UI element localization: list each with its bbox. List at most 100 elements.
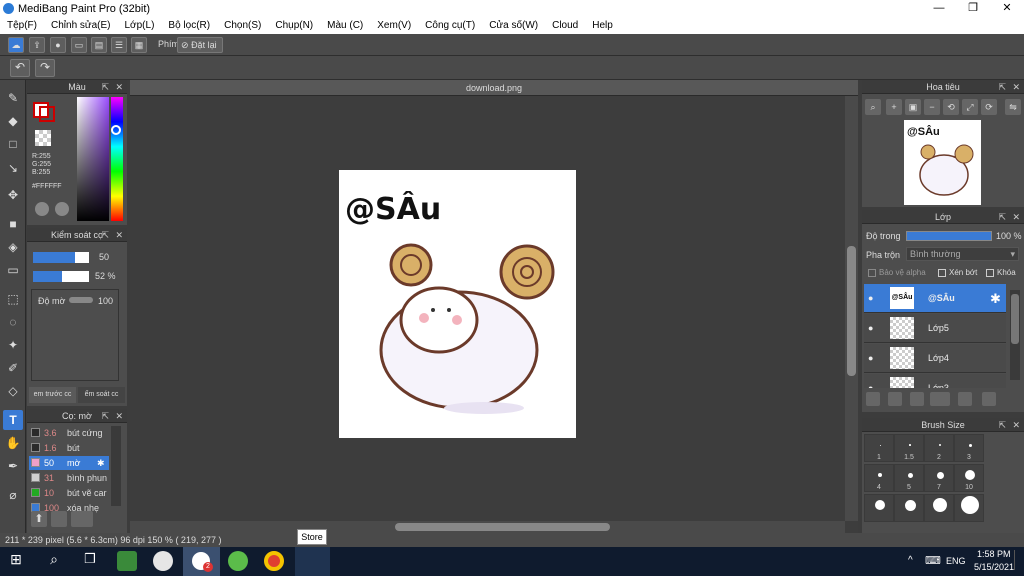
- close-icon[interactable]: ✕: [115, 80, 123, 94]
- show-desktop-button[interactable]: [1014, 550, 1022, 570]
- horizontal-scrollbar[interactable]: [130, 521, 845, 533]
- menu-file[interactable]: Tệp(F): [0, 20, 44, 31]
- hue-handle[interactable]: [111, 125, 121, 135]
- popout-icon[interactable]: ⇱: [101, 228, 109, 242]
- marquee-tool-icon[interactable]: ⬚: [3, 289, 23, 309]
- blend-mode-select[interactable]: Bình thường ▾: [906, 247, 1019, 261]
- duplicate-layer-icon[interactable]: [982, 392, 996, 406]
- close-icon[interactable]: ✕: [1012, 80, 1020, 94]
- palette-settings-icon[interactable]: [55, 202, 69, 216]
- chrome-alt-icon[interactable]: [153, 551, 173, 571]
- folder-icon[interactable]: [958, 392, 972, 406]
- medibang-task-button[interactable]: 2: [183, 547, 220, 576]
- brush-size-cell[interactable]: [954, 494, 984, 522]
- zoom-in-icon[interactable]: +: [886, 99, 902, 115]
- menu-filter[interactable]: Bộ lọc(R): [161, 20, 217, 31]
- select-eraser-icon[interactable]: ◇: [3, 381, 23, 401]
- saturation-picker[interactable]: [77, 97, 109, 221]
- add-brush-icon[interactable]: ⬆: [31, 511, 47, 527]
- canvas-area[interactable]: download.png @SÂu: [130, 80, 858, 533]
- document-icon[interactable]: ▤: [91, 37, 107, 53]
- clipping-checkbox[interactable]: [938, 269, 946, 277]
- rotate-left-icon[interactable]: ⟲: [943, 99, 959, 115]
- zoom-out-icon[interactable]: −: [924, 99, 940, 115]
- close-icon[interactable]: ✕: [1012, 210, 1020, 224]
- comment-icon[interactable]: ●: [50, 37, 66, 53]
- new-color-layer-icon[interactable]: [888, 392, 902, 406]
- visibility-eye-icon[interactable]: ●: [868, 344, 873, 373]
- menu-tools[interactable]: Công cụ(T): [418, 20, 482, 31]
- brush-tool-icon[interactable]: ✎: [3, 88, 23, 108]
- brush-list-scrollbar[interactable]: [111, 426, 121, 506]
- popout-icon[interactable]: ⇱: [998, 210, 1006, 224]
- menu-color[interactable]: Màu (C): [320, 20, 370, 31]
- horizontal-scroll-thumb[interactable]: [395, 523, 610, 531]
- brush-size-cell[interactable]: 1: [864, 434, 894, 462]
- tab-brush-preview[interactable]: em trước cc: [29, 387, 76, 403]
- brush-size-cell[interactable]: 5: [894, 464, 924, 492]
- zoom-icon[interactable]: ⌕: [865, 99, 881, 115]
- magic-wand-icon[interactable]: ✦: [3, 335, 23, 355]
- new-halftone-layer-icon[interactable]: [910, 392, 924, 406]
- language-indicator[interactable]: ENG: [946, 556, 966, 566]
- menu-snap[interactable]: Chụp(N): [268, 20, 320, 31]
- dot-tool-icon[interactable]: □: [3, 134, 23, 154]
- clock-time[interactable]: 1:58 PM: [977, 549, 1011, 559]
- game-app-icon[interactable]: [117, 551, 137, 571]
- popout-icon[interactable]: ⇱: [998, 418, 1006, 432]
- select-pen-icon[interactable]: ✐: [3, 358, 23, 378]
- layer-settings-icon[interactable]: ✱: [990, 284, 1001, 313]
- close-icon[interactable]: ✕: [115, 409, 123, 423]
- maximize-button[interactable]: ❐: [956, 0, 990, 17]
- fit-icon[interactable]: ▣: [905, 99, 921, 115]
- menu-select[interactable]: Chọn(S): [217, 20, 268, 31]
- reset-button[interactable]: ⊘ Đặt lại: [177, 37, 223, 53]
- layer-scroll-thumb[interactable]: [1011, 294, 1019, 344]
- transparent-color[interactable]: [35, 130, 51, 146]
- list-icon[interactable]: ☰: [111, 37, 127, 53]
- rotate-right-icon[interactable]: ⟳: [981, 99, 997, 115]
- menu-cloud[interactable]: Cloud: [545, 20, 585, 31]
- dropper-tool-icon[interactable]: ⌀: [3, 485, 23, 505]
- brush-list-item[interactable]: 1.6 bút: [29, 441, 109, 455]
- protect-alpha-checkbox[interactable]: [868, 269, 876, 277]
- clock-date[interactable]: 5/15/2021: [974, 562, 1014, 572]
- new-layer-icon[interactable]: [866, 392, 880, 406]
- layer-row[interactable]: ● Lớp4: [864, 344, 1006, 373]
- popout-icon[interactable]: ⇱: [101, 80, 109, 94]
- brush-size-cell[interactable]: 10: [954, 464, 984, 492]
- minimize-button[interactable]: —: [922, 0, 956, 17]
- visibility-eye-icon[interactable]: ●: [868, 284, 873, 313]
- brush-size-cell[interactable]: 2: [924, 434, 954, 462]
- popout-icon[interactable]: ⇱: [101, 409, 109, 423]
- move-tool-icon[interactable]: ✥: [3, 185, 23, 205]
- layer-opacity-slider[interactable]: [906, 231, 992, 241]
- eraser-tool-icon[interactable]: ◆: [3, 111, 23, 131]
- bucket-tool-icon[interactable]: ◈: [3, 237, 23, 257]
- brush-size-cell[interactable]: [864, 494, 894, 522]
- keyboard-icon[interactable]: ⌨: [925, 554, 941, 567]
- visibility-eye-icon[interactable]: ●: [868, 314, 873, 343]
- document-canvas[interactable]: @SÂu: [339, 170, 576, 438]
- brush-size-cell[interactable]: 3: [954, 434, 984, 462]
- brush-size-cell[interactable]: 1.5: [894, 434, 924, 462]
- menu-edit[interactable]: Chỉnh sửa(E): [44, 20, 118, 31]
- menu-layer[interactable]: Lớp(L): [118, 20, 162, 31]
- brush-size-cell[interactable]: [894, 494, 924, 522]
- flip-icon[interactable]: ⇋: [1005, 99, 1021, 115]
- menu-help[interactable]: Help: [585, 20, 620, 31]
- layer-add-menu-icon[interactable]: [930, 392, 950, 406]
- layer-row[interactable]: ● Lớp5: [864, 314, 1006, 343]
- palette-icon[interactable]: [35, 202, 49, 216]
- lasso-tool-icon[interactable]: ◌: [3, 312, 23, 332]
- active-window-slot[interactable]: [295, 547, 330, 576]
- visibility-eye-icon[interactable]: ●: [868, 374, 873, 388]
- search-icon[interactable]: ⌕: [44, 551, 64, 571]
- brush-list-item[interactable]: 10 bút vẽ car: [29, 486, 109, 500]
- brush-list-item[interactable]: 50 mờ ✱: [29, 456, 109, 470]
- gear-icon[interactable]: ✱: [97, 456, 105, 470]
- vertical-scroll-thumb[interactable]: [847, 246, 856, 376]
- gradient-tool-icon[interactable]: ▭: [3, 260, 23, 280]
- brush-size-cell[interactable]: 7: [924, 464, 954, 492]
- brush-opacity-slider[interactable]: [33, 271, 89, 282]
